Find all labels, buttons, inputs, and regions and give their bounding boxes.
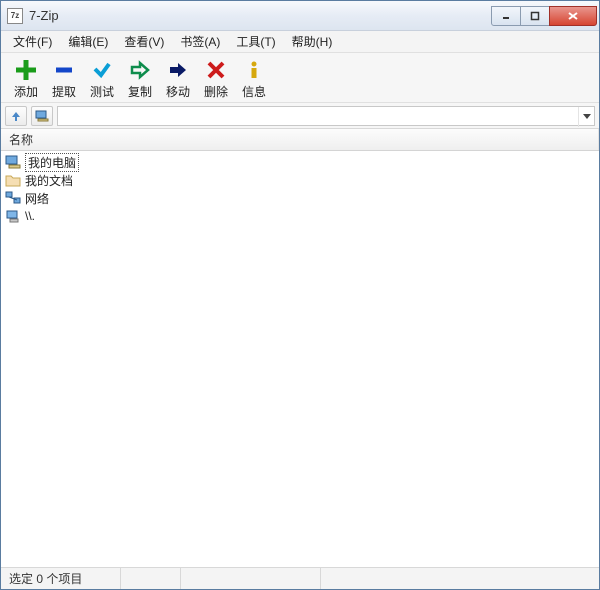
computer-button[interactable] xyxy=(31,106,53,126)
up-arrow-icon xyxy=(10,110,22,122)
device-icon xyxy=(5,208,21,224)
close-button[interactable] xyxy=(549,6,597,26)
maximize-icon xyxy=(530,11,540,21)
minimize-icon xyxy=(501,11,511,21)
network-icon xyxy=(5,190,21,206)
copy-label: 复制 xyxy=(128,83,152,100)
status-cell-2 xyxy=(121,568,181,589)
copy-button[interactable]: 复制 xyxy=(123,57,157,102)
add-label: 添加 xyxy=(14,83,38,100)
add-button[interactable]: 添加 xyxy=(9,57,43,102)
arrow-right-outline-icon xyxy=(130,59,150,81)
menu-tools[interactable]: 工具(T) xyxy=(228,31,283,52)
file-list[interactable]: 我的电脑我的文档网络 \\. xyxy=(1,151,599,567)
test-label: 测试 xyxy=(90,83,114,100)
plus-icon xyxy=(16,59,36,81)
column-headers: 名称 xyxy=(1,129,599,151)
list-item[interactable]: 网络 xyxy=(1,189,599,207)
address-input[interactable] xyxy=(57,106,595,126)
menu-help[interactable]: 帮助(H) xyxy=(284,31,341,52)
window-title: 7-Zip xyxy=(29,8,492,23)
list-item-label: 我的文档 xyxy=(25,172,73,189)
info-icon xyxy=(244,59,264,81)
list-item-label: 网络 xyxy=(25,190,49,207)
status-cell-4 xyxy=(321,568,599,589)
titlebar[interactable]: 7z 7-Zip xyxy=(1,1,599,31)
status-selection: 选定 0 个项目 xyxy=(1,568,121,589)
extract-label: 提取 xyxy=(52,83,76,100)
minus-icon xyxy=(54,59,74,81)
column-name[interactable]: 名称 xyxy=(1,129,599,150)
move-button[interactable]: 移动 xyxy=(161,57,195,102)
toolbar: 添加 提取 测试 复制 移动 删除 信息 xyxy=(1,53,599,103)
move-label: 移动 xyxy=(166,83,190,100)
list-item[interactable]: \\. xyxy=(1,207,599,225)
computer-icon xyxy=(35,110,49,122)
extract-button[interactable]: 提取 xyxy=(47,57,81,102)
test-button[interactable]: 测试 xyxy=(85,57,119,102)
info-button[interactable]: 信息 xyxy=(237,57,271,102)
app-window: 7z 7-Zip 文件(F) 编辑(E) 查看(V) 书签(A) 工具(T) 帮… xyxy=(0,0,600,590)
address-dropdown-button[interactable] xyxy=(578,107,594,127)
delete-button[interactable]: 删除 xyxy=(199,57,233,102)
statusbar: 选定 0 个项目 xyxy=(1,567,599,589)
up-button[interactable] xyxy=(5,106,27,126)
list-item-label: \\. xyxy=(25,209,35,223)
list-item[interactable]: 我的文档 xyxy=(1,171,599,189)
menubar: 文件(F) 编辑(E) 查看(V) 书签(A) 工具(T) 帮助(H) xyxy=(1,31,599,53)
minimize-button[interactable] xyxy=(491,6,521,26)
check-icon xyxy=(92,59,112,81)
addressbar xyxy=(1,103,599,129)
close-icon xyxy=(567,11,579,21)
menu-view[interactable]: 查看(V) xyxy=(116,31,172,52)
list-item[interactable]: 我的电脑 xyxy=(1,153,599,171)
arrow-right-icon xyxy=(168,59,188,81)
list-item-label: 我的电脑 xyxy=(25,153,79,172)
computer-icon xyxy=(5,154,21,170)
status-cell-3 xyxy=(181,568,321,589)
x-icon xyxy=(206,59,226,81)
window-controls xyxy=(492,6,597,26)
maximize-button[interactable] xyxy=(520,6,550,26)
info-label: 信息 xyxy=(242,83,266,100)
menu-edit[interactable]: 编辑(E) xyxy=(60,31,116,52)
menu-file[interactable]: 文件(F) xyxy=(5,31,60,52)
delete-label: 删除 xyxy=(204,83,228,100)
app-icon: 7z xyxy=(7,8,23,24)
folder-icon xyxy=(5,172,21,188)
menu-bookmarks[interactable]: 书签(A) xyxy=(172,31,228,52)
chevron-down-icon xyxy=(583,114,591,120)
